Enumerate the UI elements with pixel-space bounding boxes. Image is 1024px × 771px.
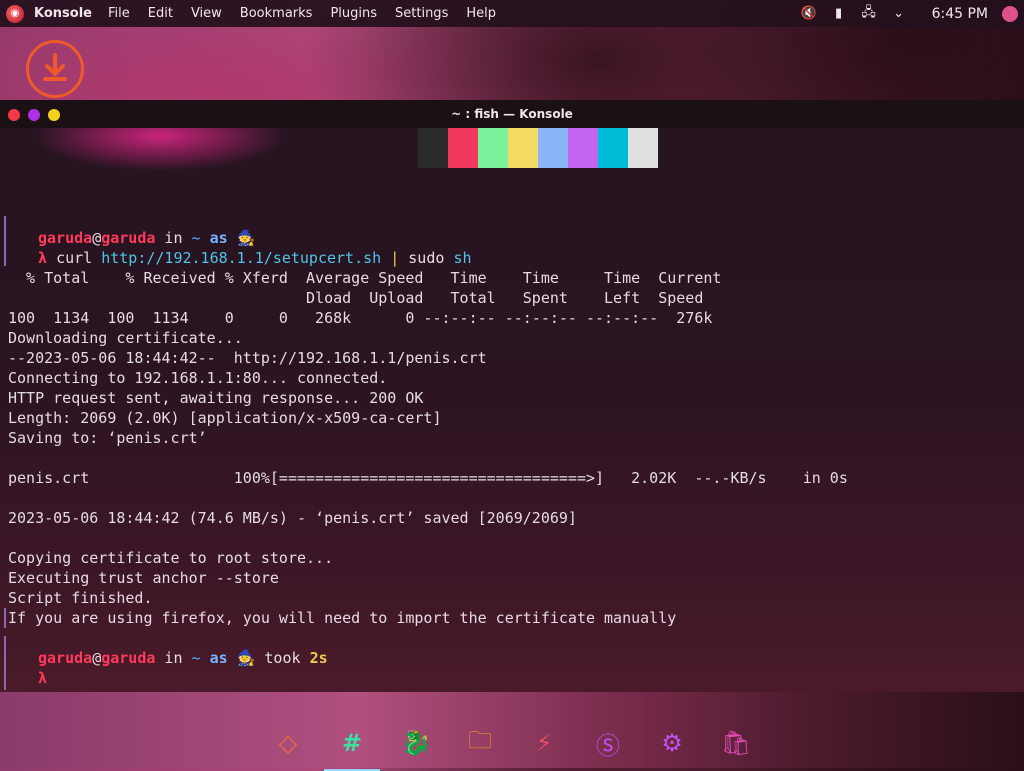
chevron-down-icon[interactable]: ⌄ xyxy=(890,6,908,22)
menu-settings[interactable]: Settings xyxy=(395,6,448,21)
terminal-view[interactable]: garuda@garuda in ~ as 🧙 λ curl http://19… xyxy=(0,128,1024,692)
settings-icon[interactable]: ⚙ xyxy=(654,725,690,761)
output-line: Executing trust anchor --store xyxy=(8,569,279,587)
prompt-as: as xyxy=(209,229,228,247)
title-bar[interactable]: ~ : fish — Konsole xyxy=(0,100,1024,128)
prompt-in: in xyxy=(155,649,192,667)
output-line: % Total % Received % Xferd Average Speed… xyxy=(8,269,722,287)
top-panel: ◉ Konsole File Edit View Bookmarks Plugi… xyxy=(0,0,1024,27)
color-swatch xyxy=(418,128,448,168)
prompt-at: @ xyxy=(92,229,102,247)
color-swatch xyxy=(448,128,478,168)
prompt-line: garuda@garuda in ~ as 🧙 took 2s xyxy=(38,648,328,668)
cmd-sh: sh xyxy=(453,249,472,267)
user-avatar-icon[interactable] xyxy=(1002,5,1018,22)
prompt-user: garuda xyxy=(38,229,93,247)
color-swatch xyxy=(628,128,658,168)
volume-muted-icon[interactable]: 🔇 xyxy=(800,6,818,22)
line-marker xyxy=(4,608,6,628)
prompt-bar xyxy=(4,216,6,266)
wizard-icon: 🧙 xyxy=(236,649,256,667)
menu-file[interactable]: File xyxy=(108,6,130,21)
menu-view[interactable]: View xyxy=(191,6,222,21)
color-swatches xyxy=(418,128,658,168)
prompt-host: garuda xyxy=(101,649,156,667)
cmd-url[interactable]: http://192.168.1.1/setupcert.sh xyxy=(101,249,381,267)
command-line[interactable]: λ xyxy=(38,668,47,688)
prompt-at: @ xyxy=(92,649,102,667)
konsole-window: ~ : fish — Konsole garuda@garuda in ~ as… xyxy=(0,100,1024,692)
usb-device-icon[interactable]: ▮ xyxy=(830,6,848,22)
output-line: penis.crt 100%[=========================… xyxy=(8,469,848,487)
output-line: Copying certificate to root store... xyxy=(8,549,334,567)
network-icon[interactable]: 🖧 xyxy=(860,5,878,22)
cmd-pipe: | xyxy=(390,249,400,267)
dock: ◇ # 🐉 🗀 ⚡ Ⓢ ⚙ 🛍 xyxy=(256,718,768,771)
prompt-dir: ~ xyxy=(191,229,201,247)
wizard-icon: 🧙 xyxy=(236,229,256,247)
cmd-sudo: sudo xyxy=(408,249,445,267)
color-swatch xyxy=(598,128,628,168)
garuda-launcher-icon[interactable]: ◇ xyxy=(270,725,306,761)
prompt-host: garuda xyxy=(101,229,156,247)
app-name: Konsole xyxy=(34,6,92,21)
menu-plugins[interactable]: Plugins xyxy=(330,6,377,21)
prompt-as: as xyxy=(209,649,228,667)
output-line: Dload Upload Total Spent Left Speed xyxy=(8,289,704,307)
output-line: Script finished. xyxy=(8,589,153,607)
color-swatch xyxy=(508,128,538,168)
output-line: If you are using firefox, you will need … xyxy=(8,609,677,627)
output-line: HTTP request sent, awaiting response... … xyxy=(8,389,424,407)
prompt-line: garuda@garuda in ~ as 🧙 xyxy=(38,228,255,248)
output-line: Length: 2069 (2.0K) [application/x-x509-… xyxy=(8,409,442,427)
konsole-icon[interactable]: # xyxy=(324,725,380,771)
output-line: Connecting to 192.168.1.1:80... connecte… xyxy=(8,369,388,387)
prompt-duration: 2s xyxy=(309,649,328,667)
output-line: Saving to: ‘penis.crt’ xyxy=(8,429,207,447)
lambda-prompt: λ xyxy=(38,249,48,267)
prompt-in: in xyxy=(155,229,192,247)
output-line: 100 1134 100 1134 0 0 268k 0 --:--:-- --… xyxy=(8,309,713,327)
output-line: Downloading certificate... xyxy=(8,329,243,347)
window-title: ~ : fish — Konsole xyxy=(451,107,573,121)
prompt-user: garuda xyxy=(38,649,93,667)
prompt-bar xyxy=(4,636,6,690)
garuda-welcome-icon[interactable]: 🐉 xyxy=(398,725,434,761)
menu-edit[interactable]: Edit xyxy=(148,6,173,21)
octopi-icon[interactable]: Ⓢ xyxy=(590,725,626,761)
garuda-menu-icon[interactable]: ◉ xyxy=(6,4,24,23)
download-icon[interactable] xyxy=(26,40,84,98)
color-swatch xyxy=(568,128,598,168)
prompt-dir: ~ xyxy=(191,649,201,667)
command-line: λ curl http://192.168.1.1/setupcert.sh |… xyxy=(38,248,472,268)
lambda-prompt: λ xyxy=(38,669,48,687)
menu-bookmarks[interactable]: Bookmarks xyxy=(240,6,313,21)
system-monitor-icon[interactable]: ⚡ xyxy=(526,725,562,761)
files-icon[interactable]: 🗀 xyxy=(462,725,498,761)
output-line: 2023-05-06 18:44:42 (74.6 MB/s) - ‘penis… xyxy=(8,509,577,527)
clock[interactable]: 6:45 PM xyxy=(932,6,988,22)
software-store-icon[interactable]: 🛍 xyxy=(718,725,754,761)
cmd-curl: curl xyxy=(56,249,93,267)
color-swatch xyxy=(478,128,508,168)
output-line: --2023-05-06 18:44:42-- http://192.168.1… xyxy=(8,349,487,367)
menu-help[interactable]: Help xyxy=(466,6,496,21)
color-swatch xyxy=(538,128,568,168)
prompt-took: took xyxy=(255,649,310,667)
